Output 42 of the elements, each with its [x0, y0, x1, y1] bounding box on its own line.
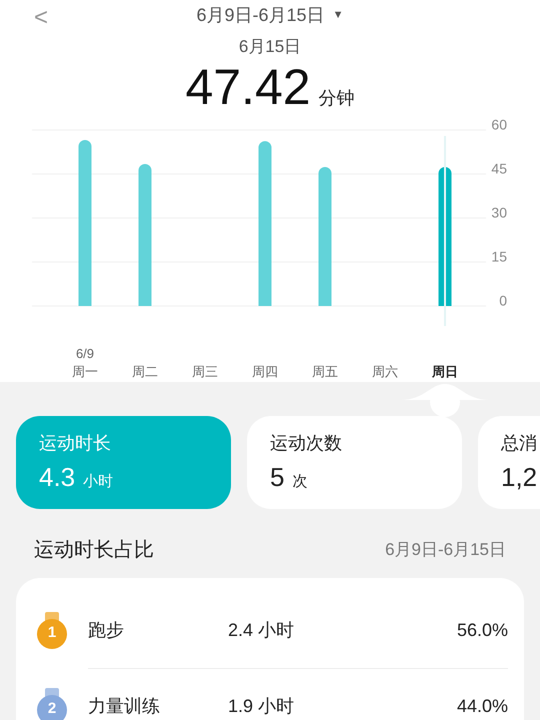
axis-tick-label: 60	[491, 116, 507, 133]
stat-card[interactable]: 总消 1,2	[478, 416, 540, 509]
stat-label: 运动时长	[39, 432, 112, 455]
medal: 1	[37, 618, 67, 648]
day-label[interactable]: 周四	[252, 363, 278, 381]
section-date-range: 6月9日-6月15日	[385, 539, 506, 562]
duration-value: 47.42	[185, 62, 311, 112]
activity-duration: 1.9 小时	[228, 695, 294, 718]
bar[interactable]	[78, 140, 92, 306]
stat-value: 4.3	[39, 462, 76, 492]
stat-unit: 次	[292, 472, 308, 492]
stat-unit: 小时	[83, 472, 114, 492]
stat-label: 运动次数	[270, 432, 343, 455]
medal: 2	[37, 694, 67, 720]
day-label[interactable]: 周五	[312, 363, 338, 381]
axis-tick-label: 0	[499, 292, 507, 309]
axis-tick-label: 45	[491, 160, 507, 177]
activity-duration: 2.4 小时	[228, 618, 294, 642]
bar[interactable]	[138, 164, 152, 306]
activity-name: 力量训练	[88, 695, 161, 718]
stat-card[interactable]: 运动次数 5 次	[247, 416, 462, 509]
day-label[interactable]: 周日	[432, 363, 458, 381]
stat-value: 5	[270, 462, 284, 492]
day-label[interactable]: 周三	[192, 363, 218, 381]
day-label[interactable]: 周二	[132, 363, 158, 381]
day-label[interactable]: 周一	[72, 363, 98, 381]
stat-value: 1,2	[501, 462, 538, 492]
caret-icon[interactable]: ▼	[332, 6, 344, 24]
date-label: 6/9	[76, 345, 94, 363]
selected-date: 6月15日	[238, 36, 302, 58]
date-range[interactable]: 6月9日-6月15日	[196, 2, 325, 28]
bar[interactable]	[318, 166, 332, 306]
duration-unit: 分钟	[318, 89, 355, 107]
bar[interactable]	[258, 141, 272, 306]
section-title: 运动时长占比	[34, 538, 154, 563]
activity-percent: 44.0%	[456, 695, 508, 718]
axis-tick-label: 30	[491, 204, 507, 221]
axis-tick-label: 15	[491, 248, 507, 265]
activity-name: 跑步	[88, 618, 125, 642]
day-label[interactable]: 周六	[372, 363, 398, 381]
activity-percent: 56.0%	[456, 618, 508, 642]
stat-label: 总消	[501, 432, 538, 455]
